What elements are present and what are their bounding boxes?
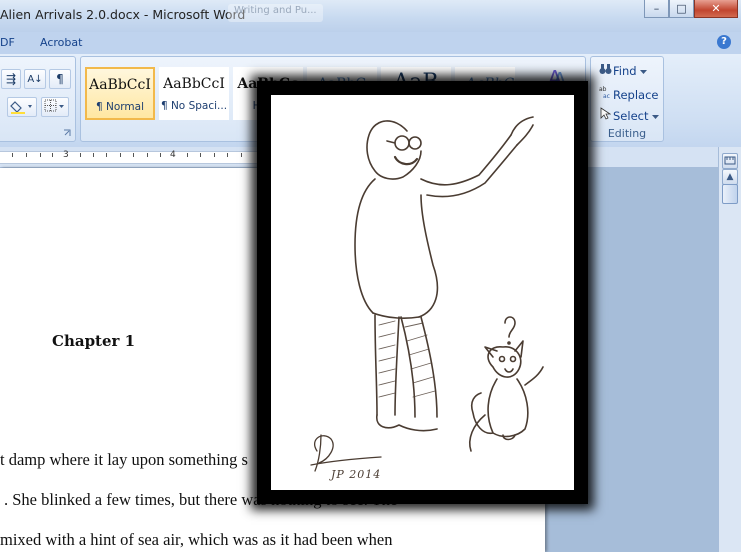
- chevron-down-icon: [652, 115, 660, 119]
- ruler-tick: [133, 153, 134, 157]
- scroll-thumb[interactable]: [722, 184, 738, 204]
- view-ruler-icon[interactable]: [722, 153, 738, 169]
- ribbon-tab-bar: DF Acrobat ?: [0, 32, 741, 54]
- ruler-number: 3: [63, 150, 69, 160]
- ruler-tick: [214, 153, 215, 157]
- replace-button[interactable]: ab ac Replace: [599, 85, 659, 102]
- title-bar: Alien Arrivals 2.0.docx - Microsoft Word…: [0, 0, 741, 32]
- leg-shading: [378, 320, 436, 398]
- dialog-launcher-icon[interactable]: [63, 129, 71, 137]
- close-button[interactable]: ✕: [694, 0, 738, 18]
- borders-icon: [44, 99, 64, 112]
- find-label: Find: [613, 64, 637, 78]
- scroll-up-icon[interactable]: ▲: [722, 169, 738, 185]
- shading-button[interactable]: [7, 97, 37, 117]
- find-button[interactable]: Find: [599, 63, 648, 78]
- minimize-button[interactable]: –: [644, 0, 669, 18]
- ruler-tick: [93, 153, 94, 157]
- style-no-spacing[interactable]: AaBbCcI ¶ No Spaci...: [159, 67, 229, 120]
- style-sample: AaBbCcI: [163, 76, 225, 92]
- binoculars-icon: [599, 63, 613, 78]
- ruler-tick: [80, 153, 81, 157]
- style-name: ¶ No Spaci...: [160, 100, 228, 112]
- ruler-tick: [160, 153, 161, 157]
- select-button[interactable]: Select: [599, 107, 660, 123]
- paint-bucket-icon: [10, 101, 32, 114]
- background-window-tab[interactable]: Writing and Pu...: [228, 4, 323, 22]
- cursor-icon: [599, 107, 613, 123]
- man-torso: [354, 178, 439, 319]
- sketch-overlay: JP 2014 ?: [257, 81, 588, 504]
- show-hide-paragraph-button[interactable]: ¶: [49, 69, 71, 89]
- ruler-tick: [147, 153, 148, 157]
- chapter-heading[interactable]: Chapter 1: [52, 332, 135, 350]
- ruler-tick: [227, 153, 228, 157]
- cat-drawing: [469, 340, 544, 452]
- style-normal[interactable]: AaBbCcI ¶ Normal: [85, 67, 155, 120]
- vertical-scrollbar[interactable]: ▲: [718, 147, 741, 552]
- borders-button[interactable]: [41, 97, 69, 117]
- body-text-line[interactable]: mixed with a hint of sea air, which was …: [0, 530, 392, 550]
- replace-label: Replace: [613, 88, 659, 102]
- svg-text:ac: ac: [603, 93, 610, 99]
- ruler-number: 4: [170, 150, 176, 160]
- maximize-button[interactable]: □: [669, 0, 694, 18]
- sort-button[interactable]: A↓: [24, 69, 46, 89]
- signature-text: JP 2014: [331, 468, 382, 481]
- editing-group-label: Editing: [607, 127, 647, 140]
- ruler-tick: [40, 153, 41, 157]
- ruler-tick: [241, 153, 242, 157]
- indent-list-icon[interactable]: ⇶: [1, 69, 21, 89]
- window-title: Alien Arrivals 2.0.docx - Microsoft Word: [0, 7, 246, 22]
- svg-text:ab: ab: [599, 86, 607, 93]
- editing-group: Find ab ac Replace Select Editing: [590, 56, 664, 142]
- man-legs: [374, 314, 438, 432]
- ruler-tick: [12, 153, 13, 157]
- man-raised-arm: [420, 116, 534, 198]
- ruler-tick: [106, 153, 107, 157]
- tab-pdf[interactable]: DF: [0, 36, 15, 49]
- tab-acrobat[interactable]: Acrobat: [40, 36, 82, 49]
- man-head: [366, 120, 422, 180]
- signature-drawing: [310, 434, 382, 472]
- select-label: Select: [613, 109, 649, 123]
- style-sample: AaBbCcI: [89, 77, 151, 93]
- ruler-tick: [52, 153, 53, 157]
- ruler-tick: [120, 153, 121, 157]
- style-name: ¶ Normal: [95, 101, 144, 113]
- replace-icon: ab ac: [599, 85, 613, 102]
- sketch-canvas: JP 2014 ?: [271, 95, 574, 490]
- body-text-line[interactable]: t damp where it lay upon something s: [0, 450, 248, 470]
- ruler-tick: [26, 153, 27, 157]
- ruler-tick: [200, 153, 201, 157]
- help-icon[interactable]: ?: [717, 35, 731, 49]
- sketch-drawing: [310, 116, 544, 472]
- ruler-tick: [187, 153, 188, 157]
- paragraph-group: ⇶ A↓ ¶: [0, 56, 76, 142]
- chevron-down-icon: [640, 70, 648, 74]
